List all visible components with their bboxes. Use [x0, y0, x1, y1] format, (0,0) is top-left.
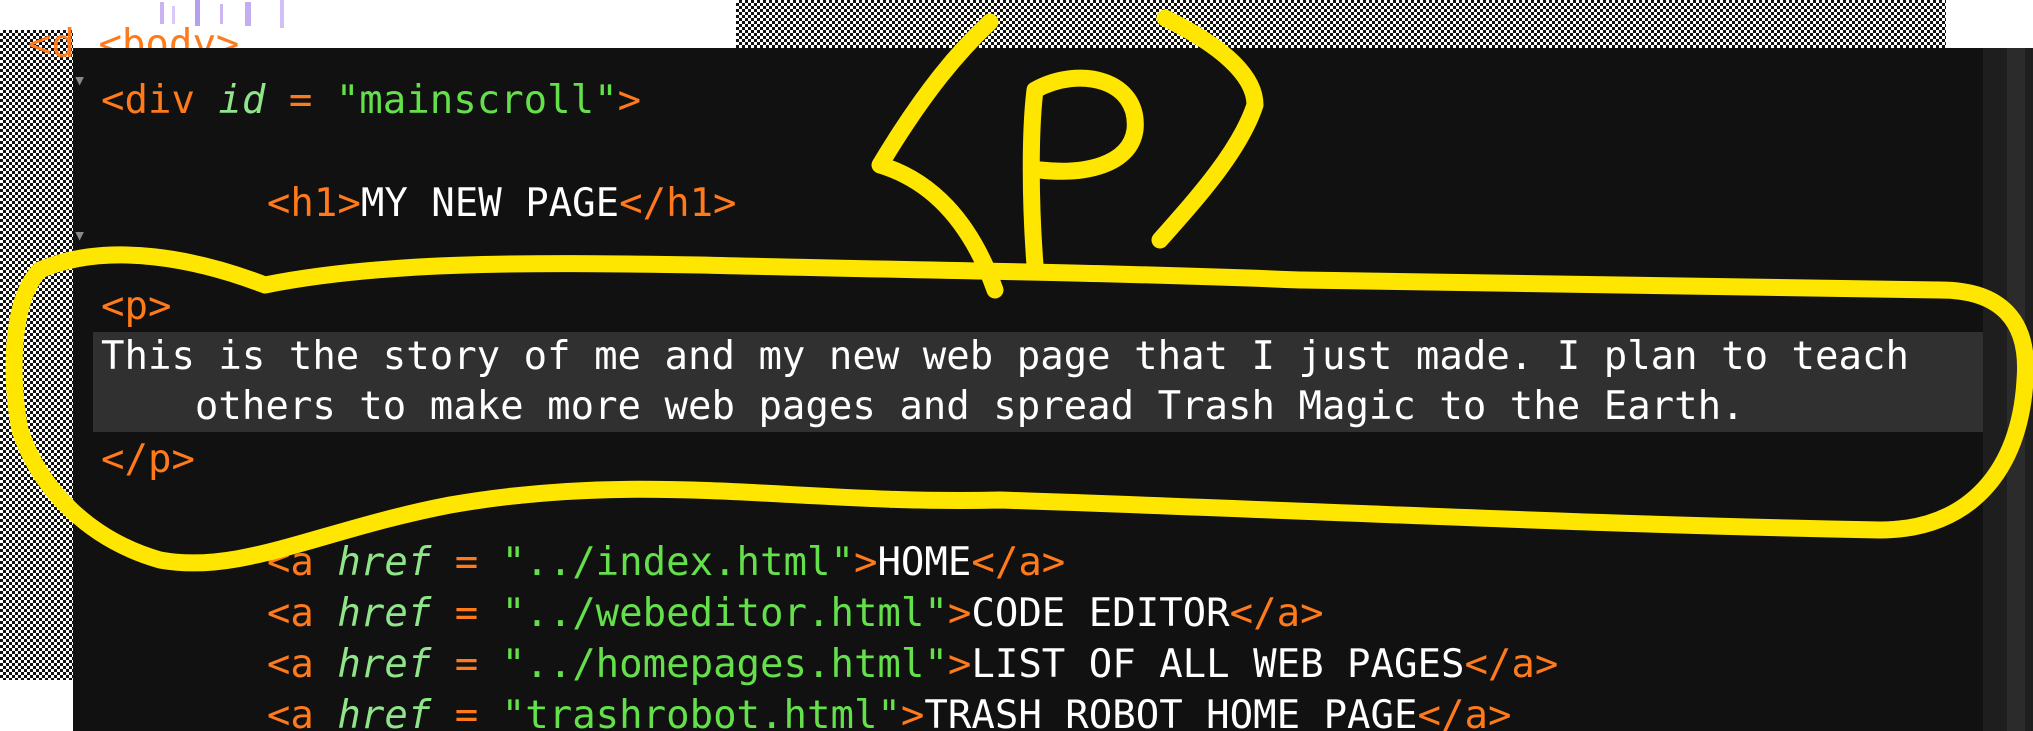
code-token-attr: href [337, 642, 432, 687]
code-token-txt: This is the story of me and my new web p… [101, 334, 1909, 379]
code-token-tag: > [947, 591, 972, 636]
code-token-tag: = [265, 78, 336, 123]
code-token-tag: > [900, 693, 925, 731]
transparency-background-left [0, 30, 73, 680]
code-token-attr: href [337, 591, 432, 636]
code-token-tag: <h1> [173, 181, 361, 226]
code-token-txt: CODE EDITOR [971, 591, 1230, 636]
code-token-tag: = [431, 540, 502, 585]
code-token-tag: </a> [971, 540, 1066, 585]
code-token-tag: > [617, 78, 642, 123]
code-token-tag: </a> [1417, 693, 1512, 731]
code-editor[interactable]: ▾ ▾ <div id = "mainscroll"> <h1>MY NEW P… [73, 48, 2033, 731]
code-token-attr: href [337, 693, 432, 731]
code-token-tag: <p> [101, 284, 172, 329]
code-token-tag: = [431, 642, 502, 687]
fold-arrow-icon[interactable]: ▾ [73, 223, 86, 248]
code-line[interactable]: <a href = "../index.html">HOME</a> [173, 538, 1065, 588]
code-token-tag: <div [101, 78, 219, 123]
code-token-tag: </h1> [619, 181, 737, 226]
vertical-scrollbar[interactable] [1983, 48, 2033, 731]
code-line[interactable]: <p> [101, 282, 171, 332]
code-token-tag: </p> [101, 437, 195, 482]
code-line[interactable]: <a href = "trashrobot.html">TRASH ROBOT … [173, 691, 1512, 731]
code-token-tag: > [853, 540, 878, 585]
fold-arrow-icon[interactable]: ▾ [73, 68, 86, 93]
code-token-tag: <a [173, 693, 338, 731]
code-token-txt: HOME [877, 540, 972, 585]
code-token-tag: <a [173, 642, 338, 687]
code-line[interactable]: <a href = "../webeditor.html">CODE EDITO… [173, 589, 1324, 639]
code-token-tag: = [431, 693, 502, 731]
code-token-txt: others to make more web pages and spread… [101, 384, 1745, 429]
code-token-str: "../webeditor.html" [501, 591, 948, 636]
code-token-txt: MY NEW PAGE [360, 181, 620, 226]
code-line[interactable]: <div id = "mainscroll"> [101, 76, 641, 126]
code-token-tag: <a [173, 591, 338, 636]
scrollbar-thumb[interactable] [2007, 48, 2025, 731]
code-token-txt: LIST OF ALL WEB PAGES [971, 642, 1465, 687]
code-token-tag: = [431, 591, 502, 636]
code-line-highlighted[interactable]: others to make more web pages and spread… [93, 382, 1983, 432]
transparency-background-top [736, 0, 1946, 48]
code-line[interactable]: <a href = "../homepages.html">LIST OF AL… [173, 640, 1558, 690]
code-line-highlighted[interactable]: This is the story of me and my new web p… [93, 332, 1983, 382]
code-token-attr: id [218, 78, 266, 123]
code-token-attr: href [337, 540, 432, 585]
code-token-str: "mainscroll" [335, 78, 618, 123]
code-token-str: "trashrobot.html" [501, 693, 901, 731]
code-token-tag: > [947, 642, 972, 687]
code-token-txt: TRASH ROBOT HOME PAGE [924, 693, 1418, 731]
code-token-str: "../homepages.html" [501, 642, 948, 687]
code-token-tag: </a> [1464, 642, 1559, 687]
code-token-tag: </a> [1229, 591, 1324, 636]
code-token-tag: <a [173, 540, 338, 585]
code-token-str: "../index.html" [501, 540, 854, 585]
code-line[interactable]: </p> [101, 435, 195, 485]
code-line[interactable]: <h1>MY NEW PAGE</h1> [173, 179, 737, 229]
